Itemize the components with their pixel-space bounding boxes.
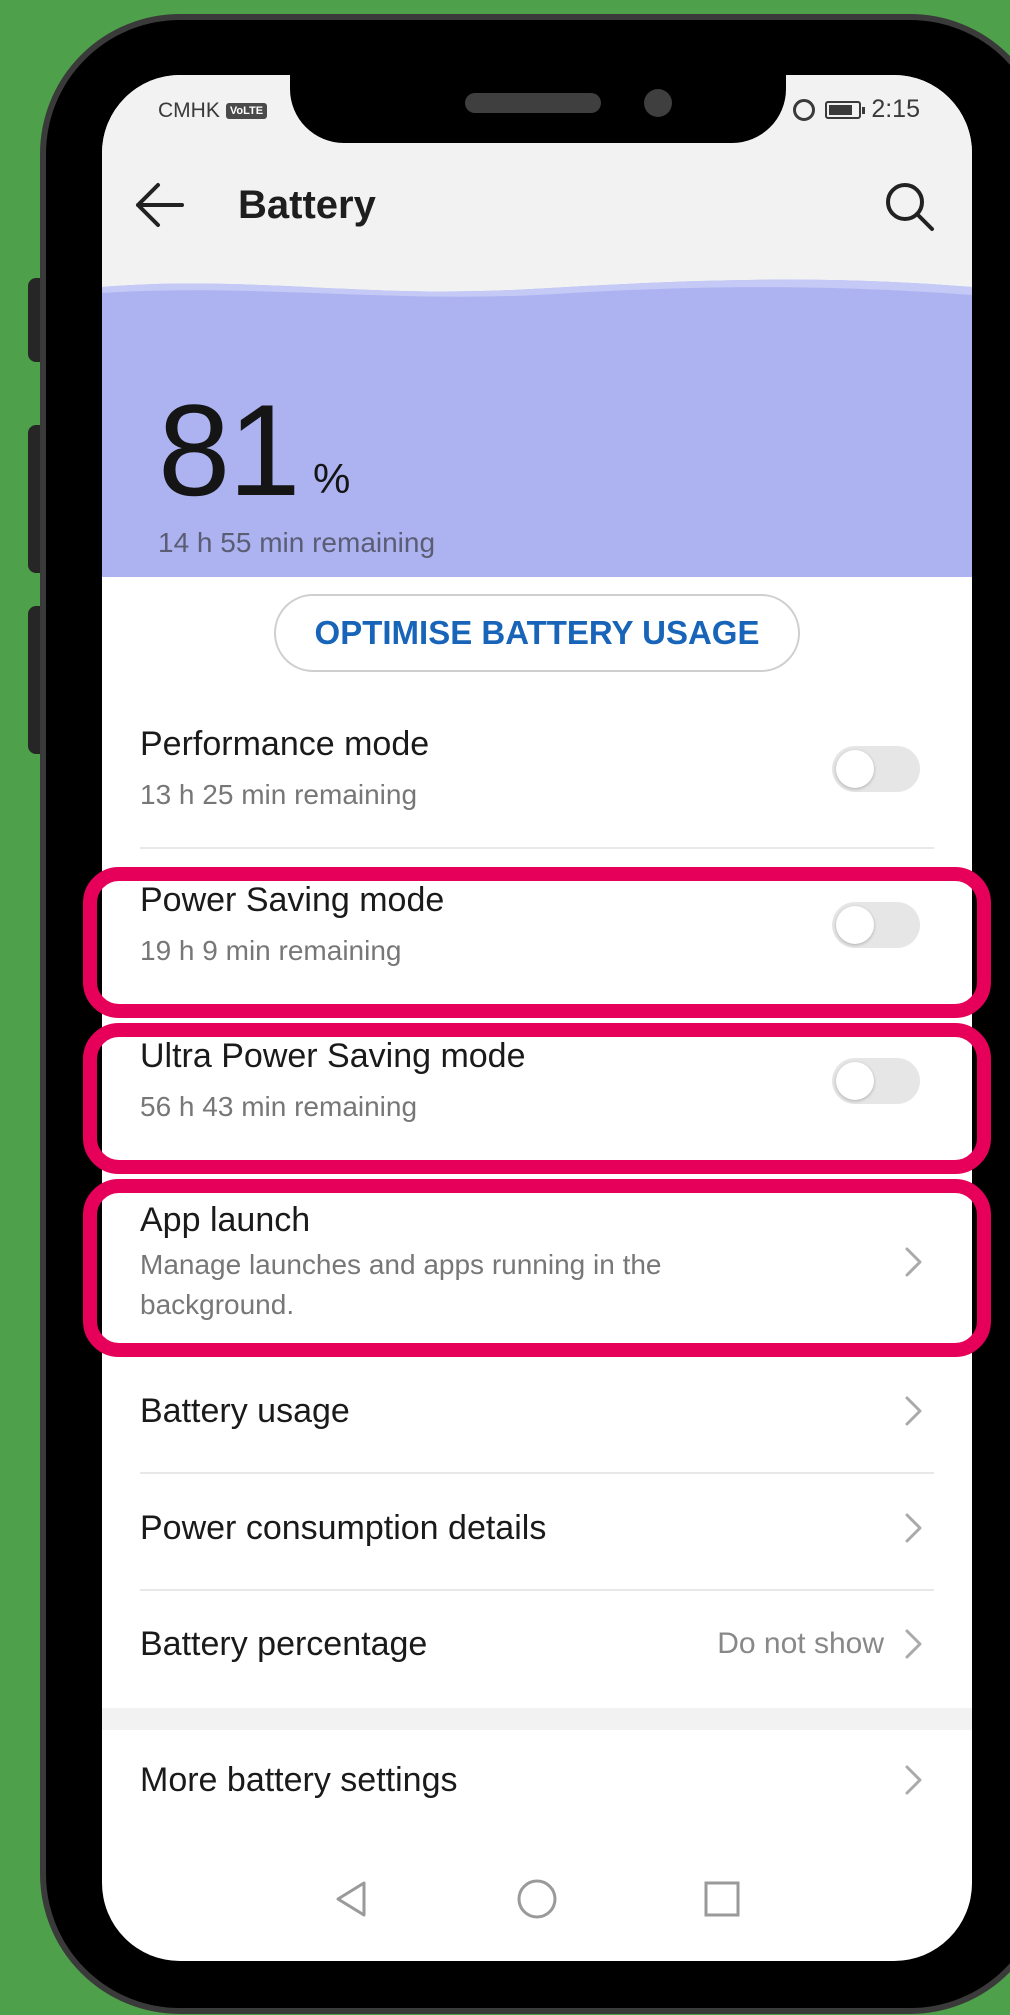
battery-usage-row[interactable]: Battery usage: [102, 1392, 972, 1492]
notch: [290, 75, 786, 143]
chevron-right-icon: [905, 1513, 922, 1543]
chevron-right-icon: [905, 1396, 922, 1426]
battery-percentage-row[interactable]: Battery percentage Do not show: [102, 1625, 972, 1705]
toggle-knob: [836, 750, 874, 788]
row-subtitle: Manage launches and apps running in the …: [140, 1249, 662, 1320]
status-time: 2:15: [871, 95, 920, 123]
performance-mode-toggle[interactable]: [832, 746, 920, 792]
camera: [644, 89, 672, 117]
phone-screen: CMHK VoLTE 2:15 Battery 81 % 14 h 55 min…: [102, 75, 972, 1961]
app-launch-row[interactable]: App launch Manage launches and apps runn…: [102, 1201, 972, 1371]
navigation-bar: [102, 1841, 972, 1961]
arrow-left-icon[interactable]: [132, 179, 188, 231]
search-icon[interactable]: [882, 179, 936, 233]
power-saving-mode-row[interactable]: Power Saving mode 19 h 9 min remaining: [102, 881, 972, 1021]
ultra-power-saving-mode-row[interactable]: Ultra Power Saving mode 56 h 43 min rema…: [102, 1037, 972, 1177]
chevron-right-icon: [905, 1765, 922, 1795]
battery-icon-fill: [829, 104, 852, 115]
app-bar: Battery: [102, 135, 972, 275]
row-title: Power consumption details: [140, 1509, 547, 1547]
optimise-battery-button[interactable]: OPTIMISE BATTERY USAGE: [274, 594, 800, 672]
battery-percent-sign: %: [313, 455, 351, 502]
status-right: 2:15: [793, 95, 920, 124]
section-gap: [102, 1708, 972, 1730]
row-title: Ultra Power Saving mode: [140, 1037, 526, 1075]
row-title: Performance mode: [140, 725, 430, 763]
power-saving-mode-toggle[interactable]: [832, 902, 920, 948]
divider: [140, 1472, 934, 1474]
divider: [140, 847, 934, 849]
carrier-name: CMHK: [158, 99, 220, 122]
carrier: CMHK VoLTE: [158, 99, 268, 123]
row-title: Battery usage: [140, 1392, 350, 1430]
row-title: App launch: [140, 1201, 311, 1239]
battery-percentage-value: Do not show: [717, 1627, 884, 1660]
back-triangle-icon[interactable]: [332, 1879, 372, 1919]
row-subtitle: 56 h 43 min remaining: [140, 1091, 418, 1122]
toggle-knob: [836, 1062, 874, 1100]
battery-percent: 81: [158, 377, 301, 523]
page-title: Battery: [238, 183, 376, 227]
chevron-right-icon: [905, 1247, 922, 1277]
performance-mode-row[interactable]: Performance mode 13 h 25 min remaining: [102, 725, 972, 875]
row-title: More battery settings: [140, 1761, 458, 1799]
power-consumption-details-row[interactable]: Power consumption details: [102, 1509, 972, 1609]
hero-wave: [102, 265, 972, 297]
toggle-knob: [836, 906, 874, 944]
battery-remaining: 14 h 55 min remaining: [158, 527, 436, 558]
chevron-right-icon: [905, 1629, 922, 1659]
battery-icon: [825, 100, 866, 119]
row-subtitle: 19 h 9 min remaining: [140, 935, 402, 966]
divider: [140, 1589, 934, 1591]
home-circle-icon[interactable]: [515, 1877, 559, 1921]
volte-badge: VoLTE: [225, 103, 268, 119]
recents-square-icon[interactable]: [702, 1879, 742, 1919]
ultra-power-saving-mode-toggle[interactable]: [832, 1058, 920, 1104]
row-subtitle: 13 h 25 min remaining: [140, 779, 418, 810]
alarm-icon: [793, 98, 816, 121]
speaker: [465, 93, 601, 113]
row-title: Battery percentage: [140, 1625, 428, 1663]
row-title: Power Saving mode: [140, 881, 445, 919]
